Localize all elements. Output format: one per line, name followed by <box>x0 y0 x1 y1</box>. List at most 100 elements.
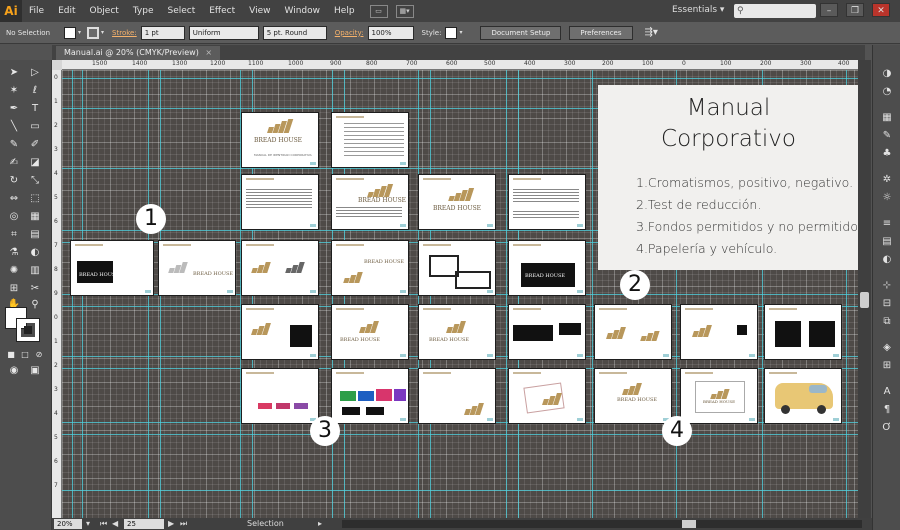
line-tool-icon[interactable]: ╲ <box>7 120 21 134</box>
vertical-scroll-thumb[interactable] <box>860 292 869 308</box>
direct-selection-icon[interactable]: ▷ <box>28 66 42 80</box>
close-button[interactable]: ✕ <box>872 3 890 17</box>
gradient-tool-icon[interactable]: ▤ <box>28 228 42 242</box>
lasso-icon[interactable]: ℓ <box>28 84 42 98</box>
none-mode-icon[interactable]: ⊘ <box>32 348 46 362</box>
next-artboard-icon[interactable]: ▶ <box>168 518 174 530</box>
artboard-stationery-2[interactable] <box>508 368 586 424</box>
menu-object[interactable]: Object <box>83 0 126 22</box>
artboard-background-2[interactable] <box>594 304 672 360</box>
menu-select[interactable]: Select <box>160 0 202 22</box>
document-setup-button[interactable]: Document Setup <box>480 25 562 40</box>
width-tool-icon[interactable]: ⇔ <box>7 192 21 206</box>
artboard-chromatism-c[interactable] <box>241 240 319 296</box>
gradient-mode-icon[interactable]: □ <box>18 348 32 362</box>
brushes-icon[interactable]: ✎ <box>880 129 894 143</box>
artboard-tool-icon[interactable]: ⊞ <box>7 282 21 296</box>
menu-effect[interactable]: Effect <box>202 0 242 22</box>
color-panel-icon[interactable]: ◑ <box>880 67 894 81</box>
brush-select[interactable]: 5 pt. Round <box>262 25 327 40</box>
pathfinder-icon[interactable]: ⧉ <box>880 315 894 329</box>
artboard-chromatism-a[interactable]: BREAD HOUSE <box>70 240 154 296</box>
horizontal-ruler[interactable]: 1500 1400 1300 1200 1100 1000 900 800 70… <box>62 60 865 70</box>
opacity-field[interactable]: 100% <box>367 25 414 40</box>
artboard-reduction-3[interactable]: BREAD HOUSE <box>418 304 496 360</box>
shape-builder-icon[interactable]: ◎ <box>7 210 21 224</box>
artboard-background-3[interactable] <box>680 304 758 360</box>
artboard-intro[interactable] <box>241 174 319 230</box>
stroke-weight-field[interactable]: 1 pt <box>140 25 185 40</box>
chevron-down-icon[interactable]: ▾ <box>459 29 462 36</box>
menu-edit[interactable]: Edit <box>51 0 82 22</box>
artboard-reduction-2[interactable]: BREAD HOUSE <box>331 304 409 360</box>
slice-tool-icon[interactable]: ✂ <box>28 282 42 296</box>
graph-tool-icon[interactable]: ▥ <box>28 264 42 278</box>
horizontal-scrollbar[interactable] <box>342 520 862 528</box>
close-icon[interactable]: × <box>205 48 212 57</box>
zoom-field[interactable]: 20% <box>54 519 82 529</box>
artboard-logo[interactable]: BREAD HOUSE <box>331 174 409 230</box>
artboard-number-field[interactable]: 25 <box>124 519 164 529</box>
bridge-icon[interactable]: ▭ <box>369 4 388 18</box>
artboard-background-4[interactable] <box>764 304 842 360</box>
vertical-scrollbar[interactable] <box>858 60 871 518</box>
opentype-icon[interactable]: Ơ <box>880 421 894 435</box>
style-swatch[interactable] <box>445 26 458 39</box>
opacity-panel-link[interactable]: Opacity: <box>335 29 364 37</box>
menu-file[interactable]: File <box>22 0 51 22</box>
artboard-cover[interactable]: BREAD HOUSE MANUAL DE IDENTIDAD CORPORAT… <box>241 112 319 168</box>
screen-mode-icon[interactable]: ▣ <box>28 364 42 378</box>
paragraph-icon[interactable]: ¶ <box>880 403 894 417</box>
layers-icon[interactable]: ◈ <box>880 341 894 355</box>
eyedropper-icon[interactable]: ⚗ <box>7 246 21 260</box>
artboard-vehicle[interactable] <box>764 368 842 424</box>
last-artboard-icon[interactable]: ⏭ <box>180 518 187 530</box>
vertical-ruler[interactable]: 0 1 2 3 4 5 6 7 8 9 0 1 2 3 4 5 6 7 <box>52 70 62 518</box>
chevron-down-icon[interactable]: ▾ <box>86 518 90 530</box>
swatches-icon[interactable]: ▦ <box>880 111 894 125</box>
stroke-swatch[interactable] <box>87 26 100 39</box>
arrange-icon[interactable]: ⇶▾ <box>645 27 658 38</box>
stroke-panel-icon[interactable]: ≡ <box>880 217 894 231</box>
draw-mode-icon[interactable]: ◉ <box>7 364 21 378</box>
fill-stroke-swatches[interactable] <box>5 307 45 343</box>
artboard-versions[interactable]: BREAD HOUSE <box>331 240 409 296</box>
pen-tool-icon[interactable]: ✒ <box>7 102 21 116</box>
stroke-profile-select[interactable]: Uniform <box>188 25 259 40</box>
transparency-icon[interactable]: ◐ <box>880 253 894 267</box>
artboard-stationery-1[interactable] <box>418 368 496 424</box>
stroke-panel-link[interactable]: Stroke: <box>112 29 137 37</box>
color-guide-icon[interactable]: ◔ <box>880 85 894 99</box>
manual-title-panel[interactable]: Manual Corporativo 1.Cromatismos, positi… <box>598 85 869 270</box>
magic-wand-icon[interactable]: ✶ <box>7 84 21 98</box>
free-transform-icon[interactable]: ⬚ <box>28 192 42 206</box>
artboard-negative[interactable]: BREAD HOUSE <box>508 240 586 296</box>
blend-tool-icon[interactable]: ◐ <box>28 246 42 260</box>
blob-brush-icon[interactable]: ✍ <box>7 156 21 170</box>
artboard-frames[interactable] <box>418 240 496 296</box>
artboards-panel-icon[interactable]: ⊞ <box>880 359 894 373</box>
gradient-panel-icon[interactable]: ▤ <box>880 235 894 249</box>
fill-swatch[interactable] <box>64 26 77 39</box>
guide-line[interactable] <box>62 434 858 435</box>
minimize-button[interactable]: – <box>820 3 838 17</box>
perspective-grid-icon[interactable]: ▦ <box>28 210 42 224</box>
artboard-background-1[interactable] <box>508 304 586 360</box>
artboard-chromatism-b[interactable]: BREAD HOUSE <box>158 240 236 296</box>
artboard-typography[interactable] <box>508 174 586 230</box>
first-artboard-icon[interactable]: ⏮ <box>100 518 107 530</box>
appearance-icon[interactable]: ☼ <box>880 191 894 205</box>
menu-window[interactable]: Window <box>278 0 328 22</box>
status-menu-icon[interactable]: ▸ <box>318 518 322 530</box>
artboard-stationery-3[interactable]: BREAD HOUSE <box>594 368 672 424</box>
type-tool-icon[interactable]: T <box>28 102 42 116</box>
symbol-sprayer-icon[interactable]: ✺ <box>7 264 21 278</box>
previous-artboard-icon[interactable]: ◀ <box>112 518 118 530</box>
scale-icon[interactable]: ⤡ <box>28 174 42 188</box>
color-mode-icon[interactable]: ■ <box>4 348 18 362</box>
align-icon[interactable]: ⊟ <box>880 297 894 311</box>
eraser-icon[interactable]: ◪ <box>28 156 42 170</box>
rectangle-tool-icon[interactable]: ▭ <box>28 120 42 134</box>
maximize-button[interactable]: ❐ <box>846 3 864 17</box>
character-icon[interactable]: A <box>880 385 894 399</box>
